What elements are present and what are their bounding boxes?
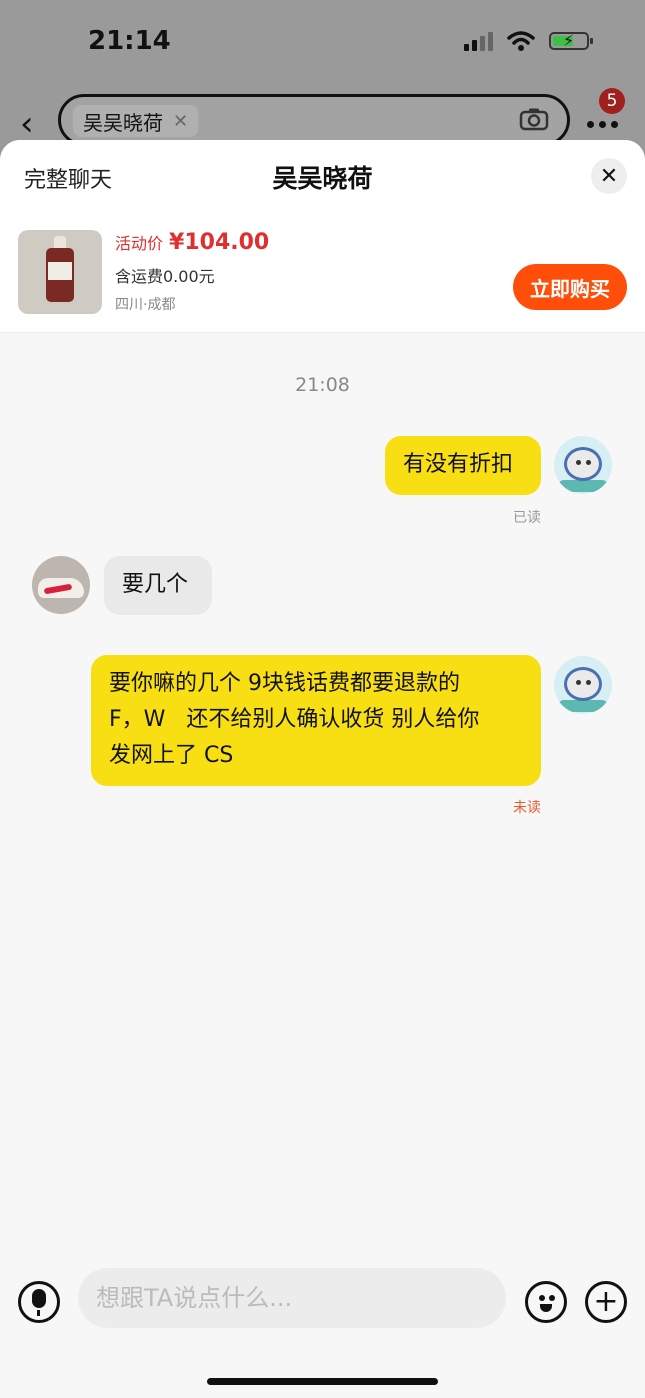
plus-icon[interactable]: +: [585, 1281, 627, 1323]
chat-title: 吴吴晓荷: [272, 164, 373, 193]
more-menu-button[interactable]: 5: [585, 88, 625, 136]
voice-input-button[interactable]: [18, 1281, 60, 1323]
back-arrow-icon[interactable]: ‹: [20, 104, 34, 144]
battery-icon: ⚡: [549, 31, 593, 50]
search-chip[interactable]: 吴吴晓荷 ✕: [73, 105, 199, 137]
chip-remove-icon[interactable]: ✕: [173, 111, 188, 132]
status-icons: ⚡: [464, 30, 593, 52]
unread-status: 未读: [513, 800, 541, 816]
price-row: 活动价 ¥104.00: [115, 230, 269, 255]
cellular-signal-icon: [464, 31, 493, 51]
microphone-icon: [32, 1289, 46, 1308]
product-image[interactable]: [18, 230, 102, 314]
chat-sheet: 完整聊天 吴吴晓荷 ✕ 活动价 ¥104.00 含运费0.00元 四川·成都 立…: [0, 140, 645, 1398]
message-text-line: F，W 还不给别人确认收货 别人给你: [109, 707, 480, 732]
message-bubble-mine[interactable]: 有没有折扣: [385, 436, 541, 495]
status-time: 21:14: [88, 26, 171, 56]
notification-badge: 5: [599, 88, 625, 114]
message-text-line: 发网上了 CS: [109, 743, 234, 768]
message-bubble-mine[interactable]: 要你嘛的几个 9块钱话费都要退款的 F，W 还不给别人确认收货 别人给你 发网上…: [91, 655, 541, 786]
price-label: 活动价: [115, 234, 164, 253]
search-chip-label: 吴吴晓荷: [83, 110, 163, 135]
camera-icon[interactable]: [519, 107, 549, 131]
message-input[interactable]: [78, 1268, 506, 1328]
message-text-line: 要你嘛的几个 9块钱话费都要退款的: [109, 671, 460, 696]
search-bar[interactable]: 吴吴晓荷 ✕: [58, 94, 570, 146]
read-status: 已读: [513, 510, 541, 526]
sheet-header: 完整聊天 吴吴晓荷 ✕: [0, 140, 645, 212]
smiley-icon: [540, 1304, 552, 1312]
product-price: ¥104.00: [169, 230, 270, 255]
wifi-icon: [507, 31, 535, 51]
my-avatar[interactable]: [554, 436, 612, 494]
contact-avatar[interactable]: [32, 556, 90, 614]
emoji-button[interactable]: [525, 1281, 567, 1323]
product-card[interactable]: 活动价 ¥104.00 含运费0.00元 四川·成都 立即购买: [0, 212, 645, 333]
home-indicator: [207, 1378, 438, 1385]
seller-location: 四川·成都: [115, 297, 176, 313]
message-text: 有没有折扣: [403, 452, 514, 477]
buy-now-button[interactable]: 立即购买: [513, 264, 627, 310]
close-icon[interactable]: ✕: [591, 158, 627, 194]
shipping-info: 含运费0.00元: [115, 267, 215, 286]
my-avatar[interactable]: [554, 656, 612, 714]
message-text: 要几个: [122, 572, 189, 597]
message-bubble-theirs[interactable]: 要几个: [104, 556, 212, 615]
chat-timestamp: 21:08: [295, 374, 350, 396]
more-dots-icon: [587, 121, 618, 128]
